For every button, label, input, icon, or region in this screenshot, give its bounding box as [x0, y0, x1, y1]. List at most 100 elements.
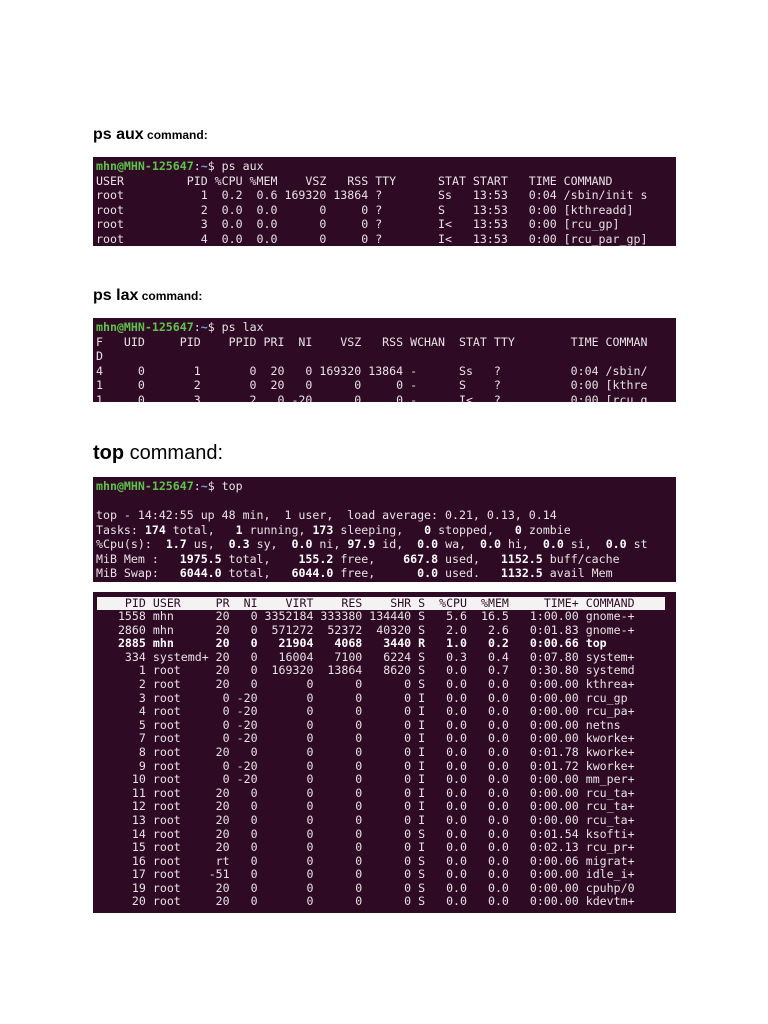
cell-pid: 20 [97, 894, 146, 909]
cell-time: 0:07.80 [508, 649, 579, 664]
cell-shr: 0 [362, 894, 412, 909]
top-summary-terminal: mhn@MHN-125647:~$ top top - 14:42:55 up 4… [93, 477, 676, 582]
cell-pr: 20 [208, 894, 230, 909]
summary-value: 0 [514, 522, 522, 537]
cell-pr: rt [208, 853, 230, 868]
cell-mem: 0.2 [467, 636, 509, 651]
cell-shr: 0 [362, 772, 412, 787]
output-line: USER PID %CPU %MEM VSZ RSS TTY STAT STAR… [96, 173, 613, 188]
summary-value: 1.7 [165, 537, 187, 551]
cell-res: 4068 [313, 636, 363, 651]
cell-cpu: 0.0 [425, 690, 468, 705]
cell-user: root [145, 840, 209, 855]
cell-cpu: 0.0 [425, 826, 468, 841]
cell-s: S [411, 663, 426, 678]
caption-label: command: [138, 289, 203, 303]
cell-res: 0 [313, 853, 363, 868]
summary-text: free, [333, 566, 418, 580]
summary-text: us, [186, 537, 229, 551]
cell-cpu: 0.0 [425, 704, 468, 719]
cell-res: 0 [313, 785, 363, 800]
cell-user: mhn [145, 609, 209, 623]
cell-res: 0 [313, 758, 363, 773]
cell-ni: 0 [229, 609, 258, 623]
column-header-user: USER [145, 596, 209, 610]
output-line: D [96, 349, 103, 363]
cell-mem: 0.0 [467, 853, 509, 868]
top-process-table: PID USER PR NI VIRT RES SHR S %CPU %MEM … [93, 592, 676, 913]
cell-res: 0 [313, 840, 363, 855]
column-header-pr: PR [208, 596, 230, 610]
summary-value: 0.0 [542, 537, 564, 551]
cell-res: 0 [313, 731, 363, 746]
column-header-res: RES [313, 596, 363, 610]
cell-time: 0:01.54 [508, 826, 579, 841]
cell-mem: 0.0 [467, 690, 509, 705]
prompt-line: mhn@MHN-125647:~$ ps lax [96, 320, 676, 335]
cell-command: idle_i+ [578, 867, 635, 882]
column-header-time: TIME+ [508, 596, 579, 610]
cell-res: 0 [313, 704, 363, 719]
cell-ni: 0 [229, 636, 258, 651]
cell-res: 0 [313, 717, 363, 732]
cell-time: 0:00.00 [508, 894, 579, 909]
cell-command: ksofti+ [578, 826, 635, 841]
prompt-path: ~ [200, 320, 208, 334]
output-line: F UID PID PPID PRI NI VSZ RSS WCHAN STAT… [96, 334, 648, 349]
cell-command: kworke+ [578, 744, 635, 759]
summary-text: used, [438, 551, 501, 566]
prompt-line: mhn@MHN-125647:~$ top [96, 479, 676, 494]
cell-virt: 0 [257, 799, 314, 814]
cell-pid: 4 [97, 704, 146, 719]
cell-pr: 20 [208, 840, 230, 855]
column-header-pid: PID [97, 596, 146, 610]
cell-s: I [411, 840, 426, 855]
cell-virt: 0 [257, 867, 314, 882]
cell-virt: 0 [257, 704, 314, 719]
cell-pid: 2885 [97, 636, 146, 651]
cell-pr: -51 [208, 867, 230, 882]
cell-user: mhn [145, 622, 209, 637]
cell-cpu: 0.0 [425, 772, 468, 787]
cell-res: 0 [313, 799, 363, 814]
table-row: 1 root 20 0 169320 13864 8620 S 0.0 0.7 … [97, 664, 676, 678]
cell-user: root [145, 744, 209, 759]
ps-aux-caption: ps aux command: [93, 126, 208, 144]
cell-pr: 20 [208, 663, 230, 678]
output-line: 4 0 1 0 20 0 169320 13864 - Ss ? 0:04 /s… [96, 363, 648, 378]
table-row: 11 root 20 0 0 0 0 I 0.0 0.0 0:00.00 rcu… [97, 785, 676, 801]
summary-text: Tasks: [96, 522, 145, 537]
cell-shr: 0 [362, 880, 412, 895]
cell-user: root [145, 826, 209, 841]
cell-shr: 0 [362, 812, 412, 827]
cell-pr: 20 [208, 799, 230, 814]
cell-command: migrat+ [578, 853, 635, 868]
summary-value: 0.3 [228, 537, 250, 551]
summary-value: 0.0 [480, 537, 501, 551]
cell-cpu: 0.0 [425, 744, 468, 759]
summary-text: zombie [521, 522, 571, 537]
cell-shr: 3440 [362, 636, 412, 651]
cell-ni: -20 [229, 690, 258, 705]
table-row: 334 systemd+ 20 0 16004 7100 6224 S 0.3 … [97, 649, 676, 665]
summary-text: ni, [312, 537, 348, 551]
cell-pr: 0 [208, 772, 230, 787]
output-line: root 4 0.0 0.0 0 0 ? I< 13:53 0:00 [rcu_… [96, 231, 648, 246]
summary-value: 1152.5 [500, 551, 543, 566]
cell-mem: 0.0 [467, 867, 509, 882]
cell-pid: 14 [97, 826, 146, 841]
cell-virt: 0 [257, 840, 314, 855]
cell-shr: 0 [362, 785, 412, 800]
cell-user: systemd+ [145, 649, 209, 664]
cell-time: 0:00.00 [508, 867, 579, 882]
cell-res: 52372 [313, 622, 363, 637]
cell-cpu: 5.6 [425, 609, 468, 623]
cell-virt: 0 [257, 812, 314, 827]
table-row: 4 root 0 -20 0 0 0 I 0.0 0.0 0:00.00 rcu… [97, 704, 676, 719]
cell-command: rcu_pa+ [578, 704, 635, 719]
cell-virt: 0 [257, 758, 314, 773]
cell-virt: 0 [257, 880, 314, 895]
cell-res: 333380 [313, 609, 363, 623]
cell-shr: 0 [362, 840, 412, 855]
cell-command: rcu_ta+ [578, 799, 635, 814]
